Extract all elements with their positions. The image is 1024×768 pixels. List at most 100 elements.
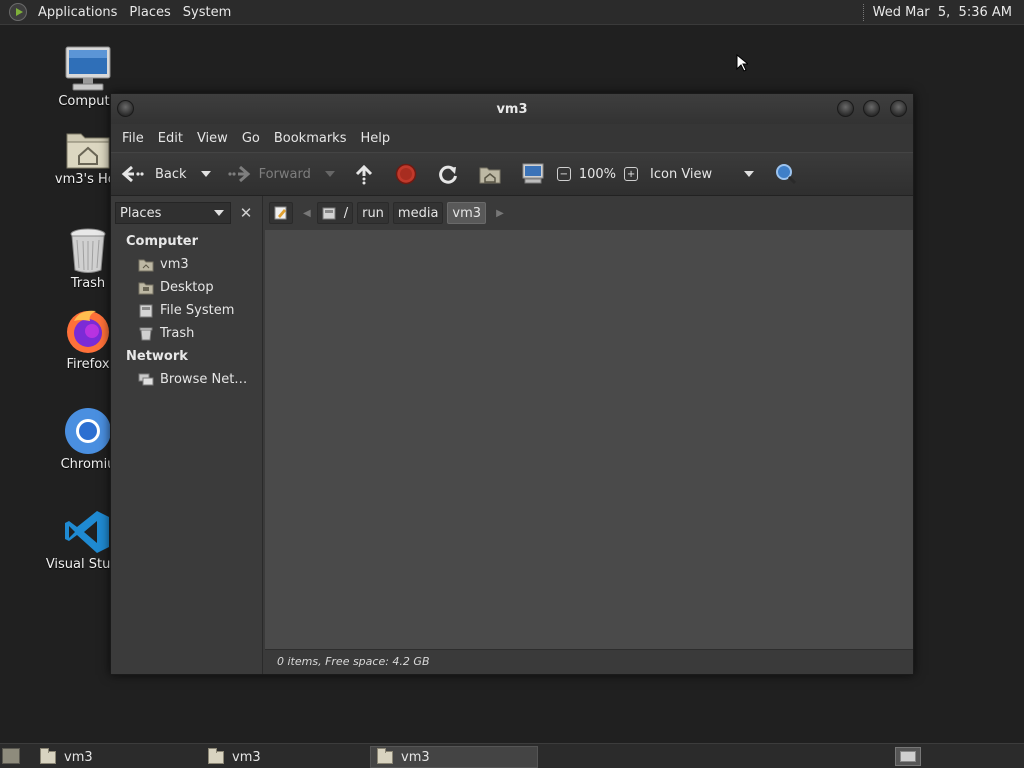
menu-places[interactable]: Places [123,5,176,20]
applications-logo-icon[interactable] [9,3,27,21]
chromium-icon [65,408,111,454]
sidebar-section-computer: Computer [126,234,199,249]
chevron-down-icon [214,210,224,216]
taskbar-item-label: vm3 [401,749,430,765]
sidebar-selector-label: Places [120,205,162,221]
menubar: File Edit View Go Bookmarks Help [111,124,913,152]
taskbar-item-label: vm3 [64,749,93,765]
sidebar-section-network: Network [126,349,188,364]
sidebar-item-label: Browse Net… [160,372,248,387]
forward-button[interactable]: Forward [227,164,311,184]
path-segment-root[interactable]: / [316,202,354,224]
search-icon[interactable] [774,162,798,186]
window-titlebar[interactable]: vm3 [111,94,913,124]
panel-separator [862,3,865,21]
menu-view[interactable]: View [190,131,235,146]
toolbar: Back Forward − 100% + Icon View [111,152,913,196]
menu-system[interactable]: System [177,5,237,20]
menu-go[interactable]: Go [235,131,267,146]
view-mode-label: Icon View [650,166,713,182]
folder-icon [40,747,56,764]
back-history-dropdown[interactable] [200,171,211,177]
folder-icon [208,747,224,764]
chevron-down-icon [744,171,755,177]
home-icon[interactable] [479,164,501,184]
zoom-level: 100% [578,166,617,182]
sidebar-header: Places ✕ [111,196,262,230]
sidebar: Places ✕ Computer vm3 Desktop File Syste… [111,196,263,674]
minimize-button[interactable] [837,100,854,117]
stop-icon[interactable] [395,163,417,185]
workspace-switcher[interactable] [895,747,921,766]
mouse-cursor-icon [736,54,748,72]
view-mode-select[interactable]: Icon View [650,166,755,182]
trash-icon [139,327,153,340]
zoom-in-icon[interactable]: + [624,167,639,181]
forward-arrow-icon [227,165,250,183]
show-desktop-icon[interactable] [2,748,20,764]
sidebar-item-vm3[interactable]: vm3 [111,253,262,276]
zoom-out-icon[interactable]: − [556,167,571,181]
path-segment-media[interactable]: media [392,202,444,224]
home-folder-icon [66,133,110,169]
sidebar-item-label: Trash [160,326,195,341]
menu-help[interactable]: Help [353,131,397,146]
taskbar-item[interactable]: vm3 [34,746,198,768]
window-title: vm3 [496,101,528,117]
folder-icon [377,747,393,764]
back-label: Back [155,166,187,182]
path-bar: ◀ / run media vm3 ▶ [265,196,913,230]
network-icon [138,373,154,385]
top-panel: Applications Places System Wed Mar 5, 5:… [0,0,1024,25]
sidebar-item-label: File System [160,303,235,318]
pencil-icon [274,206,287,220]
window-body: Places ✕ Computer vm3 Desktop File Syste… [111,196,913,674]
content-area: ◀ / run media vm3 ▶ 0 items, Free space:… [265,196,913,674]
computer-icon [65,46,111,91]
taskbar-item[interactable]: vm3 [202,746,366,768]
close-icon[interactable]: ✕ [237,204,255,222]
menu-bookmarks[interactable]: Bookmarks [267,131,354,146]
window-icon [900,751,916,762]
trash-icon [70,228,106,273]
bottom-panel: vm3 vm3 vm3 [0,743,1024,768]
sidebar-item-label: Desktop [160,280,214,295]
sidebar-item-trash[interactable]: Trash [111,322,262,345]
status-bar: 0 items, Free space: 4.2 GB [265,649,913,674]
vscode-icon [65,511,109,553]
file-manager-window: vm3 File Edit View Go Bookmarks Help Bac… [110,93,914,675]
file-icon-view[interactable] [265,230,913,649]
home-folder-icon [138,259,154,271]
back-button[interactable]: Back [121,164,187,184]
drive-icon [139,304,153,317]
computer-icon[interactable] [521,163,545,185]
path-segment-label: / [343,205,349,221]
path-segment-vm3[interactable]: vm3 [447,202,487,224]
back-arrow-icon [121,165,144,183]
firefox-icon [67,310,109,353]
clock[interactable]: Wed Mar 5, 5:36 AM [873,5,1024,20]
window-menu-button[interactable] [117,100,134,117]
close-button[interactable] [890,100,907,117]
sidebar-item-file-system[interactable]: File System [111,299,262,322]
sidebar-item-desktop[interactable]: Desktop [111,276,262,299]
drive-icon [322,207,336,219]
edit-location-button[interactable] [269,202,293,224]
menu-file[interactable]: File [115,131,151,146]
forward-history-dropdown[interactable] [324,171,335,177]
maximize-button[interactable] [863,100,880,117]
forward-label: Forward [258,166,311,182]
desktop-folder-icon [138,282,154,294]
taskbar-item-label: vm3 [232,749,261,765]
up-arrow-icon[interactable] [353,163,375,185]
menu-applications[interactable]: Applications [32,5,123,20]
sidebar-item-label: vm3 [160,257,189,272]
menu-edit[interactable]: Edit [151,131,190,146]
sidebar-item-browse-network[interactable]: Browse Net… [111,368,262,391]
sidebar-selector[interactable]: Places [115,202,231,224]
taskbar-item-active[interactable]: vm3 [370,746,538,768]
path-segment-run[interactable]: run [357,202,389,224]
reload-icon[interactable] [437,163,459,185]
path-scroll-left-icon[interactable]: ◀ [303,208,311,219]
path-scroll-right-icon[interactable]: ▶ [496,208,504,219]
